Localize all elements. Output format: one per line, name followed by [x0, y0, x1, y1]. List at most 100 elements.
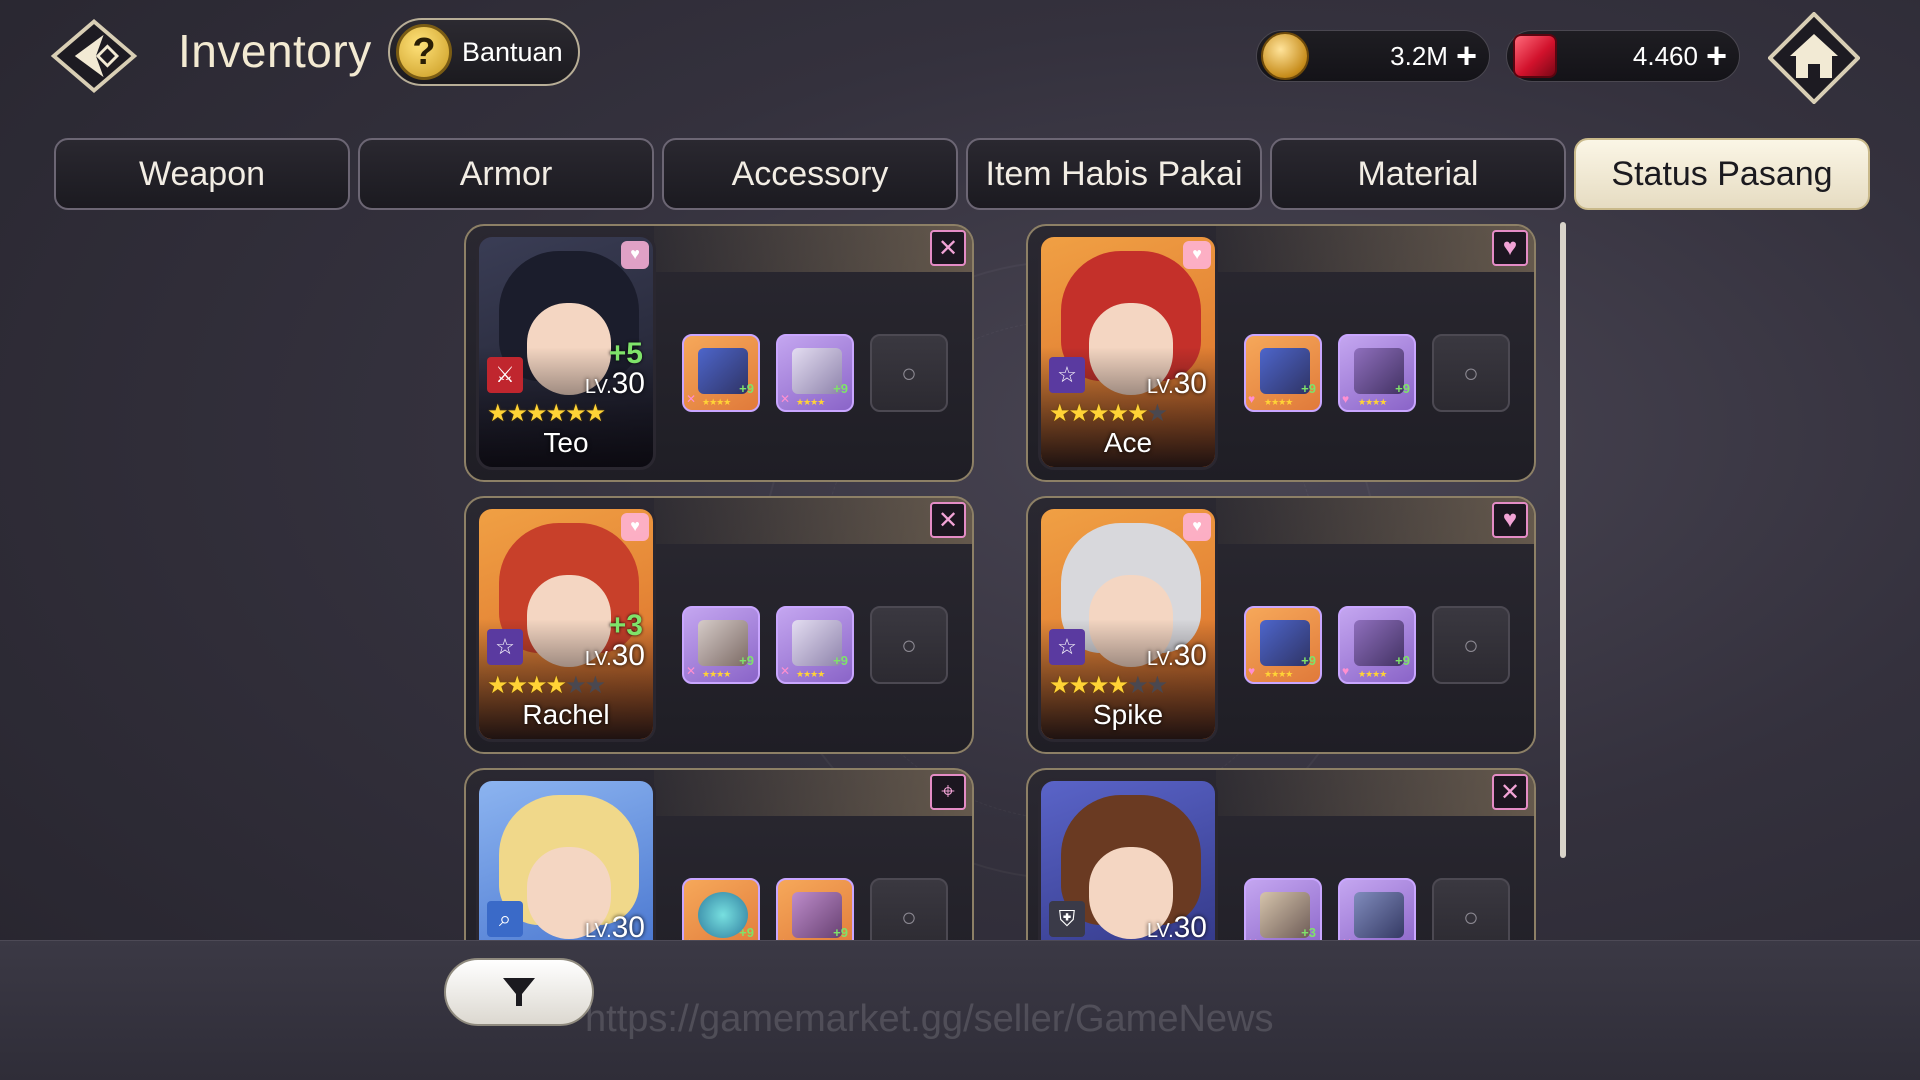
item-enhance: +9 [739, 925, 754, 940]
favorite-icon: ♥ [1183, 513, 1211, 541]
item-stars: ★★★★ [702, 669, 731, 679]
item-enhance: +9 [739, 653, 754, 668]
hero-name: Teo [543, 427, 589, 458]
hero-card[interactable]: ♥ ♥ ☆ LV.30 ★★★★★★ Spike ♥ +9 ★★★★ ♥ +9 … [1026, 496, 1536, 754]
empty-accessory-slot[interactable]: ○ [870, 878, 948, 940]
hero-level: LV.30 [585, 639, 645, 673]
item-stars: ★★★★ [796, 669, 825, 679]
level-value: 30 [1173, 639, 1207, 672]
item-enhance: +9 [739, 381, 754, 396]
hero-name: Ace [1103, 427, 1153, 458]
tab-accessory[interactable]: Accessory [662, 138, 958, 210]
heart-icon: ♥ [1492, 230, 1528, 266]
empty-accessory-slot[interactable]: ○ [1432, 334, 1510, 412]
add-gem-button[interactable]: + [1706, 38, 1727, 74]
no-sword-icon: ✕ [930, 230, 966, 266]
ring-icon: ○ [901, 357, 917, 388]
item-stars: ★★★★ [796, 397, 825, 407]
hero-enhance: +3 [608, 609, 643, 642]
item-stars: ★★★★ [1358, 669, 1387, 679]
favorite-icon: ♥ [621, 241, 649, 269]
tab-consumable[interactable]: Item Habis Pakai [966, 138, 1262, 210]
item-enhance: +9 [833, 381, 848, 396]
tab-equip-status[interactable]: Status Pasang [1574, 138, 1870, 210]
magnify-icon: ⌕ [487, 901, 523, 937]
armor-slot[interactable]: ✕ +9 ★★★★ [776, 334, 854, 412]
armor-slot[interactable]: ♥ +9 ★★★★ [1338, 334, 1416, 412]
back-button[interactable] [48, 16, 140, 96]
armor-item-icon [1354, 892, 1404, 938]
hero-portrait[interactable]: ⌕ LV.30 [476, 778, 656, 940]
crosshair-icon: ⌖ [930, 774, 966, 810]
sword-icon: ⚔ [487, 357, 523, 393]
no-sword-icon: ✕ [1492, 774, 1528, 810]
empty-accessory-slot[interactable]: ○ [1432, 606, 1510, 684]
card-header-strip [654, 498, 972, 544]
watermark-text: https://gamemarket.gg/seller/GameNews [585, 998, 1274, 1040]
tab-weapon[interactable]: Weapon [54, 138, 350, 210]
role-mini-icon: ♥ [1342, 392, 1350, 406]
armor-slot[interactable]: ♥ +9 ★★★★ [1338, 606, 1416, 684]
hero-level: LV.30 [1147, 639, 1207, 673]
gold-coin-icon [1261, 32, 1309, 80]
hero-portrait[interactable]: ♥ ☆ +3 LV.30 ★★★★★★ Rachel [476, 506, 656, 742]
level-prefix: LV. [1146, 376, 1174, 398]
item-enhance: +9 [1395, 381, 1410, 396]
home-button[interactable] [1768, 12, 1860, 104]
armor-slot[interactable]: ⌖ +9 [776, 878, 854, 940]
hero-name: Spike [1092, 699, 1164, 730]
tab-armor[interactable]: Armor [358, 138, 654, 210]
armor-slot[interactable]: ✕ [1338, 878, 1416, 940]
weapon-slot[interactable]: ♥ +9 ★★★★ [1244, 606, 1322, 684]
weapon-slot[interactable]: ⌖ +9 [682, 878, 760, 940]
role-mini-icon: ✕ [780, 664, 791, 678]
item-enhance: +9 [1395, 653, 1410, 668]
gold-value: 3.2M [1390, 40, 1448, 71]
favorite-icon: ♥ [1183, 241, 1211, 269]
help-button[interactable]: ? Bantuan [388, 18, 580, 86]
ring-icon: ○ [1463, 629, 1479, 660]
back-arrow-icon [50, 18, 138, 94]
hero-level: LV.30 [585, 911, 645, 940]
card-header-strip [1216, 498, 1534, 544]
filter-button[interactable] [444, 958, 594, 1026]
ring-icon: ○ [1463, 357, 1479, 388]
list-scrollbar[interactable] [1560, 222, 1566, 858]
hero-card[interactable]: ✕ ♥ ☆ +3 LV.30 ★★★★★★ Rachel ✕ +9 ★★★★ ✕… [464, 496, 974, 754]
weapon-slot[interactable]: ♥ +9 ★★★★ [1244, 334, 1322, 412]
item-enhance: +9 [1301, 381, 1316, 396]
filter-funnel-icon [503, 978, 535, 1006]
hero-card[interactable]: ✕ ♥ ⚔ +5 LV.30 ★★★★★★ Teo ✕ +9 ★★★★ ✕ +9… [464, 224, 974, 482]
hero-card[interactable]: ⌖ ⌕ LV.30 ⌖ +9 ⌖ +9 ○ [464, 768, 974, 940]
empty-accessory-slot[interactable]: ○ [870, 334, 948, 412]
hero-portrait[interactable]: ♥ ☆ LV.30 ★★★★★★ Spike [1038, 506, 1218, 742]
add-gold-button[interactable]: + [1456, 38, 1477, 74]
empty-accessory-slot[interactable]: ○ [870, 606, 948, 684]
weapon-slot[interactable]: ✕ +3 [1244, 878, 1322, 940]
hero-card[interactable]: ✕ ⛨ LV.30 ✕ +3 ✕ ○ [1026, 768, 1536, 940]
card-header-strip [654, 226, 972, 272]
hero-name: Rachel [522, 699, 610, 730]
tab-material[interactable]: Material [1270, 138, 1566, 210]
role-mini-icon: ✕ [686, 664, 697, 678]
level-value: 30 [611, 911, 645, 940]
heart-icon: ♥ [1492, 502, 1528, 538]
hero-level: LV.30 [1147, 367, 1207, 401]
hero-stars: ★★★★★★ [487, 672, 606, 699]
level-prefix: LV. [1146, 920, 1174, 940]
page-title: Inventory [178, 25, 372, 77]
hero-portrait[interactable]: ⛨ LV.30 [1038, 778, 1218, 940]
hero-portrait[interactable]: ♥ ⚔ +5 LV.30 ★★★★★★ Teo [476, 234, 656, 470]
empty-accessory-slot[interactable]: ○ [1432, 878, 1510, 940]
hero-stars: ★★★★★★ [487, 400, 606, 427]
card-header-strip [1216, 770, 1534, 816]
item-enhance: +3 [1301, 925, 1316, 940]
role-mini-icon: ♥ [1248, 392, 1256, 406]
category-tabs: Weapon Armor Accessory Item Habis Pakai … [54, 138, 1870, 210]
role-mini-icon: ✕ [686, 392, 697, 406]
armor-slot[interactable]: ✕ +9 ★★★★ [776, 606, 854, 684]
hero-portrait[interactable]: ♥ ☆ LV.30 ★★★★★★ Ace [1038, 234, 1218, 470]
weapon-slot[interactable]: ✕ +9 ★★★★ [682, 606, 760, 684]
hero-card[interactable]: ♥ ♥ ☆ LV.30 ★★★★★★ Ace ♥ +9 ★★★★ ♥ +9 ★★… [1026, 224, 1536, 482]
weapon-slot[interactable]: ✕ +9 ★★★★ [682, 334, 760, 412]
